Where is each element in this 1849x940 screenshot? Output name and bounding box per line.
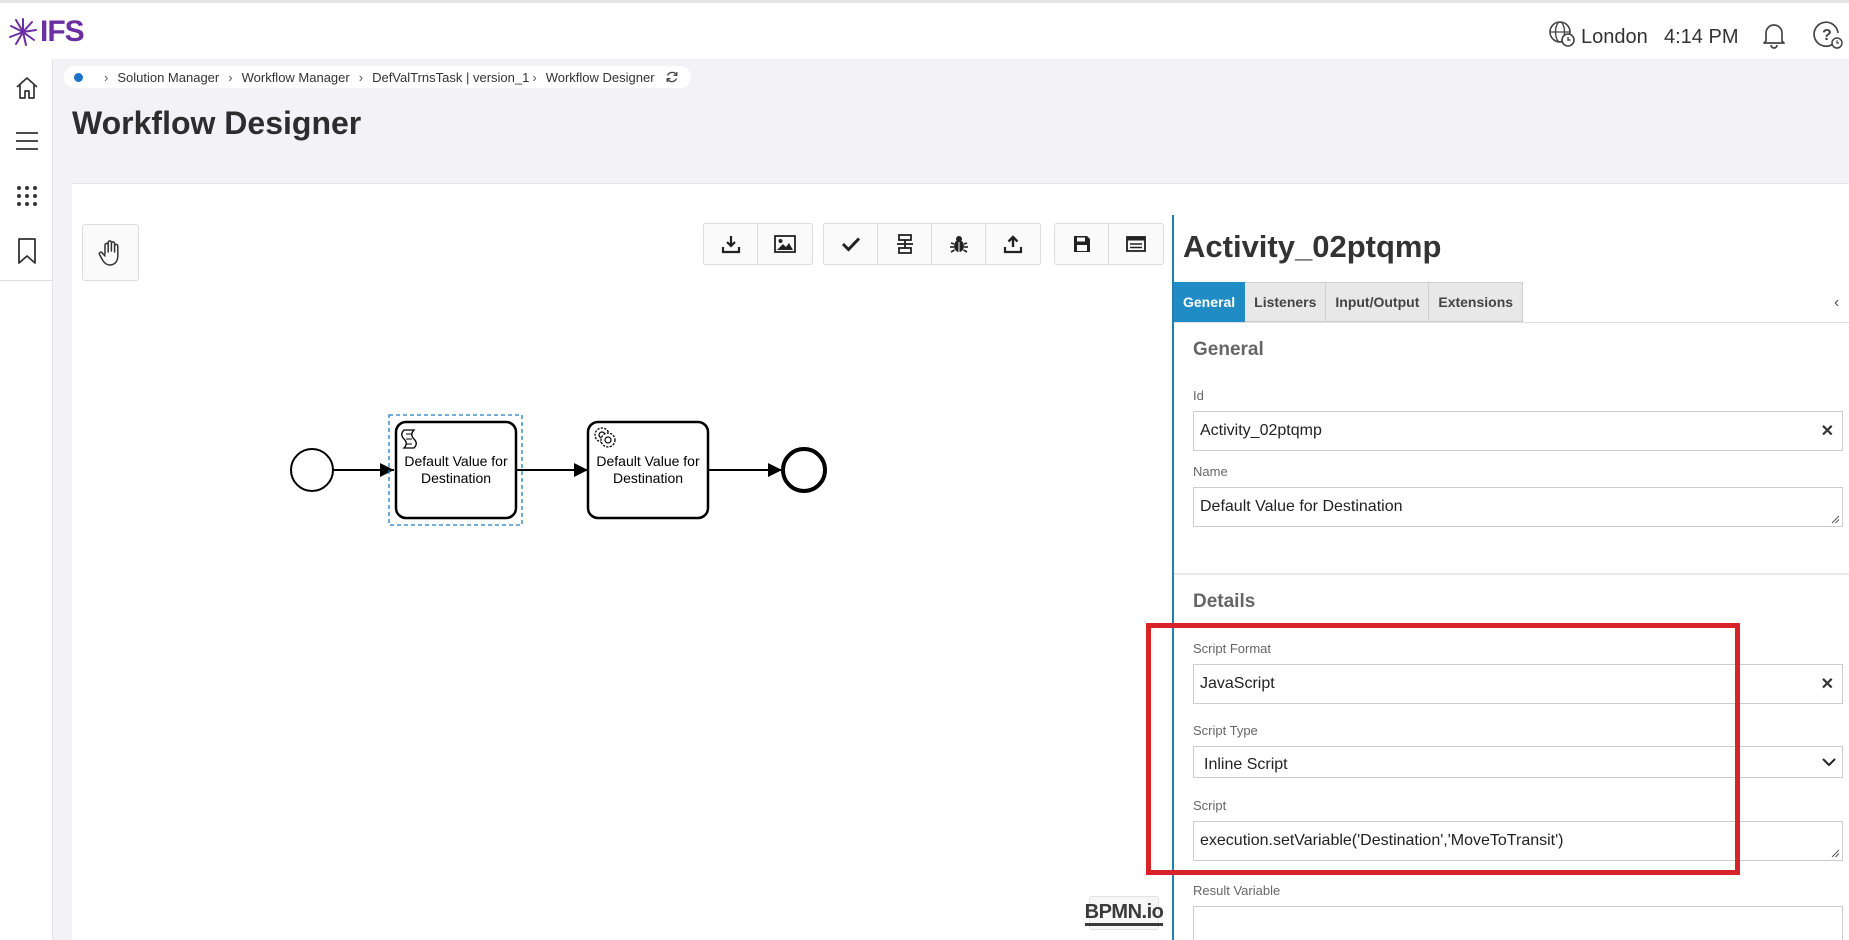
chevron-right-icon: › bbox=[228, 69, 233, 85]
section-divider bbox=[1174, 573, 1849, 575]
script-format-label: Script Format bbox=[1193, 641, 1272, 656]
result-variable-label: Result Variable bbox=[1193, 883, 1281, 898]
help-icon[interactable]: ? bbox=[1812, 19, 1844, 51]
id-label: Id bbox=[1193, 388, 1204, 403]
tab-input-output[interactable]: Input/Output bbox=[1326, 282, 1430, 322]
bookmarks-button[interactable] bbox=[12, 236, 42, 266]
hand-tool-button[interactable] bbox=[82, 224, 139, 281]
ifs-logo[interactable]: IFS bbox=[8, 15, 85, 49]
tab-extensions[interactable]: Extensions bbox=[1429, 282, 1524, 322]
properties-panel-title: Activity_02ptqmp bbox=[1183, 229, 1442, 264]
upload-icon bbox=[1003, 235, 1023, 254]
page-title: Workflow Designer bbox=[72, 105, 362, 141]
menu-button[interactable] bbox=[12, 126, 42, 156]
breadcrumb-item-workflow-designer: Workflow Designer bbox=[545, 69, 655, 85]
align-button[interactable] bbox=[878, 224, 932, 264]
svg-text:?: ? bbox=[1822, 27, 1832, 44]
top-header: IFS London 4:14 PM ? bbox=[0, 0, 1849, 59]
chevron-left-icon[interactable]: ‹ bbox=[1834, 294, 1839, 312]
chevron-right-icon: › bbox=[104, 69, 109, 85]
panel-icon bbox=[1126, 236, 1146, 252]
hand-icon bbox=[98, 239, 119, 266]
refresh-icon[interactable] bbox=[665, 70, 679, 84]
bell-icon[interactable] bbox=[1761, 21, 1787, 49]
breadcrumb: › Solution Manager › Workflow Manager › … bbox=[64, 66, 691, 88]
deploy-button[interactable] bbox=[986, 224, 1040, 264]
clear-icon[interactable]: ✕ bbox=[1821, 674, 1834, 694]
script-type-select[interactable]: Inline Script bbox=[1193, 746, 1843, 778]
script-type-value: Inline Script bbox=[1204, 756, 1288, 773]
name-label: Name bbox=[1193, 464, 1228, 479]
breadcrumb-item-task-version[interactable]: DefValTrnsTask | version_1 bbox=[372, 70, 529, 85]
save-button[interactable] bbox=[1055, 224, 1109, 264]
download-bpmn-button[interactable] bbox=[704, 224, 758, 264]
ifs-logo-icon bbox=[9, 18, 37, 46]
globe-clock-icon[interactable] bbox=[1548, 20, 1576, 48]
download-image-button[interactable] bbox=[758, 224, 812, 264]
script-type-label: Script Type bbox=[1193, 723, 1258, 738]
validate-button[interactable] bbox=[824, 224, 878, 264]
chevron-right-icon: › bbox=[532, 69, 537, 85]
name-field-value: Default Value for Destination bbox=[1200, 498, 1403, 515]
bpmn-io-logo[interactable]: BPMN.io bbox=[1084, 896, 1164, 930]
floppy-disk-icon bbox=[1073, 236, 1090, 252]
grid-icon bbox=[17, 186, 37, 206]
time-text: 4:14 PM bbox=[1664, 26, 1739, 48]
id-field-value: Activity_02ptqmp bbox=[1200, 422, 1322, 439]
bug-icon bbox=[949, 236, 968, 253]
chevron-right-icon: › bbox=[358, 69, 364, 85]
tab-general[interactable]: General bbox=[1174, 282, 1246, 322]
checkmark-icon bbox=[841, 237, 860, 252]
bookmark-icon bbox=[18, 238, 36, 264]
align-icon bbox=[896, 234, 913, 254]
logo-text: IFS bbox=[40, 15, 85, 48]
resize-grip-icon[interactable] bbox=[1830, 514, 1840, 524]
location-text[interactable]: London bbox=[1581, 26, 1648, 49]
script-label: Script bbox=[1193, 798, 1227, 813]
general-section-heading: General bbox=[1193, 339, 1264, 360]
breadcrumb-item-workflow-manager[interactable]: Workflow Manager bbox=[242, 70, 350, 85]
result-variable-field[interactable] bbox=[1193, 906, 1843, 940]
properties-tabs: General Listeners Input/Output Extension… bbox=[1174, 282, 1524, 322]
image-icon bbox=[774, 235, 796, 253]
toolbar-validate-group bbox=[823, 223, 1041, 265]
home-button[interactable] bbox=[12, 73, 42, 103]
tab-listeners[interactable]: Listeners bbox=[1245, 282, 1327, 322]
id-field[interactable]: Activity_02ptqmp ✕ bbox=[1193, 411, 1843, 451]
chevron-down-icon bbox=[1822, 758, 1836, 767]
left-navigation-rail bbox=[0, 59, 53, 940]
debug-button[interactable] bbox=[932, 224, 986, 264]
tabs-underline bbox=[1174, 322, 1849, 323]
apps-button[interactable] bbox=[12, 181, 42, 211]
clear-icon[interactable]: ✕ bbox=[1821, 421, 1834, 441]
breadcrumb-home-dot[interactable] bbox=[74, 72, 83, 82]
download-icon bbox=[721, 236, 740, 254]
bpmn-io-logo-text: BPMN.io bbox=[1084, 901, 1164, 926]
toolbar-save-group bbox=[1054, 223, 1164, 265]
home-icon bbox=[16, 77, 38, 99]
script-textarea[interactable]: execution.setVariable('Destination','Mov… bbox=[1193, 821, 1843, 861]
breadcrumb-item-solution-manager[interactable]: Solution Manager bbox=[117, 70, 219, 85]
rail-divider bbox=[0, 280, 53, 281]
script-value: execution.setVariable('Destination','Mov… bbox=[1200, 832, 1564, 849]
toolbar-export-group bbox=[703, 223, 813, 265]
properties-panel-toggle-button[interactable] bbox=[1109, 224, 1163, 264]
script-format-value: JavaScript bbox=[1200, 675, 1275, 692]
details-section-heading: Details bbox=[1193, 591, 1256, 612]
hamburger-icon bbox=[16, 132, 38, 150]
name-field[interactable]: Default Value for Destination bbox=[1193, 487, 1843, 527]
script-format-field[interactable]: JavaScript ✕ bbox=[1193, 664, 1843, 704]
resize-grip-icon[interactable] bbox=[1830, 848, 1840, 858]
